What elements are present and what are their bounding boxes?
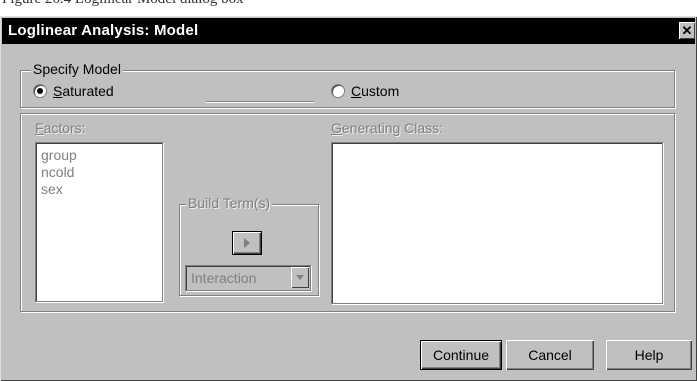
build-terms-legend: Build Term(s) (186, 195, 273, 211)
list-item[interactable]: group (36, 147, 162, 164)
list-item[interactable]: sex (36, 181, 162, 198)
build-terms-group: Build Term(s) Interaction (179, 195, 319, 296)
figure-caption: Figure 26.4 Loglinear Model dialog box (2, 0, 244, 8)
term-type-select[interactable]: Interaction (185, 265, 311, 291)
generating-class-label: Generating Class: (331, 120, 444, 136)
close-icon[interactable]: ✕ (679, 22, 695, 39)
custom-label: Custom (351, 83, 400, 99)
specify-model-group: Specify Model Saturated Custom (20, 61, 675, 108)
radio-unchecked-icon (331, 84, 345, 98)
cancel-button[interactable]: Cancel (506, 340, 594, 370)
specify-model-legend: Specify Model (31, 61, 123, 77)
term-type-value: Interaction (191, 270, 257, 286)
radio-checked-icon (33, 84, 47, 98)
model-terms-panel: Factors: group ncold sex Build Term(s) I… (20, 113, 675, 312)
factors-label: Factors: (35, 120, 86, 136)
chevron-down-icon[interactable] (291, 267, 309, 288)
continue-button[interactable]: Continue (420, 340, 502, 370)
saturated-label: Saturated (53, 83, 114, 99)
generating-class-list[interactable] (331, 142, 663, 304)
figure-caption-strip: Figure 26.4 Loglinear Model dialog box (0, 0, 697, 16)
play-arrow-icon (244, 238, 250, 248)
window-title: Loglinear Analysis: Model (8, 22, 199, 39)
factors-list[interactable]: group ncold sex (35, 142, 163, 302)
dialog-window: Loglinear Analysis: Model ✕ Specify Mode… (0, 16, 697, 381)
custom-radio[interactable]: Custom (331, 83, 399, 99)
help-button[interactable]: Help (606, 340, 692, 370)
add-term-button[interactable] (232, 231, 262, 255)
saturated-radio[interactable]: Saturated (33, 83, 114, 99)
list-item[interactable]: ncold (36, 164, 162, 181)
divider (206, 101, 314, 103)
title-bar: Loglinear Analysis: Model ✕ (2, 18, 695, 44)
